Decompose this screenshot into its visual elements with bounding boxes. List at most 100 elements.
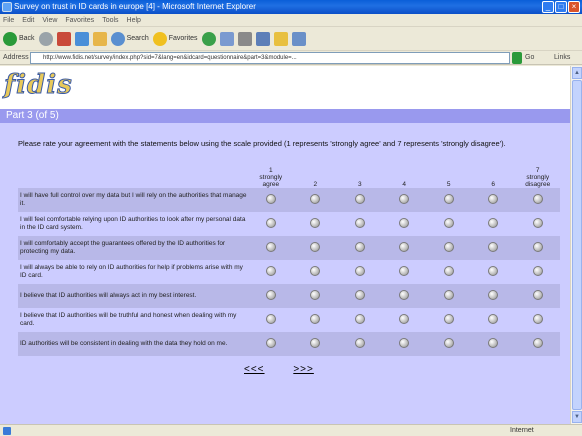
rating-radio-1[interactable] xyxy=(265,314,276,324)
rating-radio-5[interactable] xyxy=(443,194,454,204)
menu-edit[interactable]: Edit xyxy=(22,14,34,26)
rating-cell xyxy=(515,260,560,284)
scale-header-3: 3 xyxy=(357,181,362,188)
rating-radio-3[interactable] xyxy=(354,290,365,300)
go-label[interactable]: Go xyxy=(525,51,534,65)
rating-radio-1[interactable] xyxy=(265,290,276,300)
edit-icon[interactable] xyxy=(255,31,270,46)
rating-radio-5[interactable] xyxy=(443,218,454,228)
rating-radio-1[interactable] xyxy=(265,218,276,228)
home-icon[interactable] xyxy=(92,31,107,46)
rating-radio-3[interactable] xyxy=(354,314,365,324)
scroll-up-arrow-icon[interactable]: ▲ xyxy=(572,67,582,79)
rating-radio-3[interactable] xyxy=(354,338,365,348)
rating-radio-6[interactable] xyxy=(488,290,499,300)
rating-radio-1[interactable] xyxy=(265,338,276,348)
rating-radio-3[interactable] xyxy=(354,266,365,276)
menu-help[interactable]: Help xyxy=(127,14,141,26)
rating-radio-1[interactable] xyxy=(265,242,276,252)
rating-cell xyxy=(515,188,560,212)
rating-radio-6[interactable] xyxy=(488,266,499,276)
back-button[interactable]: Back xyxy=(3,31,35,46)
vertical-scrollbar[interactable]: ▲ ▼ xyxy=(570,66,582,424)
address-input[interactable]: http://www.fidis.net/survey/index.php?si… xyxy=(30,52,510,64)
rating-radio-5[interactable] xyxy=(443,314,454,324)
rating-radio-7[interactable] xyxy=(532,194,543,204)
rating-radio-2[interactable] xyxy=(310,242,321,252)
rating-cell xyxy=(382,332,427,356)
rating-radio-6[interactable] xyxy=(488,338,499,348)
rating-cell xyxy=(293,332,338,356)
rating-radio-5[interactable] xyxy=(443,266,454,276)
rating-radio-2[interactable] xyxy=(310,314,321,324)
rating-radio-4[interactable] xyxy=(399,314,410,324)
media-icon[interactable] xyxy=(201,31,216,46)
mail-icon[interactable] xyxy=(219,31,234,46)
rating-radio-6[interactable] xyxy=(488,194,499,204)
rating-radio-7[interactable] xyxy=(532,314,543,324)
rating-radio-2[interactable] xyxy=(310,218,321,228)
rating-radio-1[interactable] xyxy=(265,266,276,276)
close-button[interactable]: × xyxy=(568,1,580,13)
links-label[interactable]: Links xyxy=(554,51,570,65)
next-page-link[interactable]: >>> xyxy=(293,364,314,375)
messenger-icon[interactable] xyxy=(291,31,306,46)
forward-button[interactable] xyxy=(38,31,53,46)
rating-radio-4[interactable] xyxy=(399,218,410,228)
rating-cell xyxy=(426,308,471,332)
rating-radio-2[interactable] xyxy=(310,266,321,276)
rating-radio-4[interactable] xyxy=(399,290,410,300)
menu-tools[interactable]: Tools xyxy=(102,14,118,26)
maximize-button[interactable]: □ xyxy=(555,1,567,13)
menu-file[interactable]: File xyxy=(3,14,14,26)
go-arrow-icon[interactable] xyxy=(512,52,522,64)
rating-cell xyxy=(515,212,560,236)
rating-radio-4[interactable] xyxy=(399,338,410,348)
previous-page-link[interactable]: <<< xyxy=(244,364,265,375)
rating-radio-6[interactable] xyxy=(488,242,499,252)
rating-cell xyxy=(337,212,382,236)
rating-radio-6[interactable] xyxy=(488,218,499,228)
rating-radio-2[interactable] xyxy=(310,290,321,300)
rating-cell xyxy=(248,284,294,308)
print-icon[interactable] xyxy=(237,31,252,46)
statement-header xyxy=(18,160,249,188)
menu-favorites[interactable]: Favorites xyxy=(65,14,94,26)
rating-radio-4[interactable] xyxy=(399,266,410,276)
folder-icon[interactable] xyxy=(273,31,288,46)
rating-cell xyxy=(470,188,516,212)
rating-cell xyxy=(337,308,382,332)
rating-radio-4[interactable] xyxy=(399,194,410,204)
rating-radio-5[interactable] xyxy=(443,338,454,348)
rating-radio-1[interactable] xyxy=(265,194,276,204)
rating-radio-7[interactable] xyxy=(532,290,543,300)
rating-radio-3[interactable] xyxy=(354,242,365,252)
search-button[interactable]: Search xyxy=(110,31,149,46)
rating-radio-2[interactable] xyxy=(310,194,321,204)
rating-cell xyxy=(382,236,427,260)
rating-radio-7[interactable] xyxy=(532,266,543,276)
stop-icon[interactable] xyxy=(56,31,71,46)
rating-radio-5[interactable] xyxy=(443,242,454,252)
minimize-button[interactable]: _ xyxy=(542,1,554,13)
statement-row: I will comfortably accept the guarantees… xyxy=(18,236,560,260)
rating-radio-3[interactable] xyxy=(354,194,365,204)
statement-text: ID authorities will be consistent in dea… xyxy=(18,332,249,356)
favorites-button[interactable]: Favorites xyxy=(152,31,198,46)
scroll-thumb[interactable] xyxy=(572,80,582,410)
rating-cell xyxy=(293,212,338,236)
rating-radio-7[interactable] xyxy=(532,242,543,252)
rating-radio-6[interactable] xyxy=(488,314,499,324)
rating-radio-4[interactable] xyxy=(399,242,410,252)
rating-cell xyxy=(337,188,382,212)
rating-radio-3[interactable] xyxy=(354,218,365,228)
rating-radio-7[interactable] xyxy=(532,218,543,228)
refresh-icon[interactable] xyxy=(74,31,89,46)
rating-radio-2[interactable] xyxy=(310,338,321,348)
rating-radio-7[interactable] xyxy=(532,338,543,348)
rating-cell xyxy=(293,308,338,332)
scroll-down-arrow-icon[interactable]: ▼ xyxy=(572,411,582,423)
menu-view[interactable]: View xyxy=(42,14,57,26)
rating-radio-5[interactable] xyxy=(443,290,454,300)
rating-cell xyxy=(248,212,294,236)
